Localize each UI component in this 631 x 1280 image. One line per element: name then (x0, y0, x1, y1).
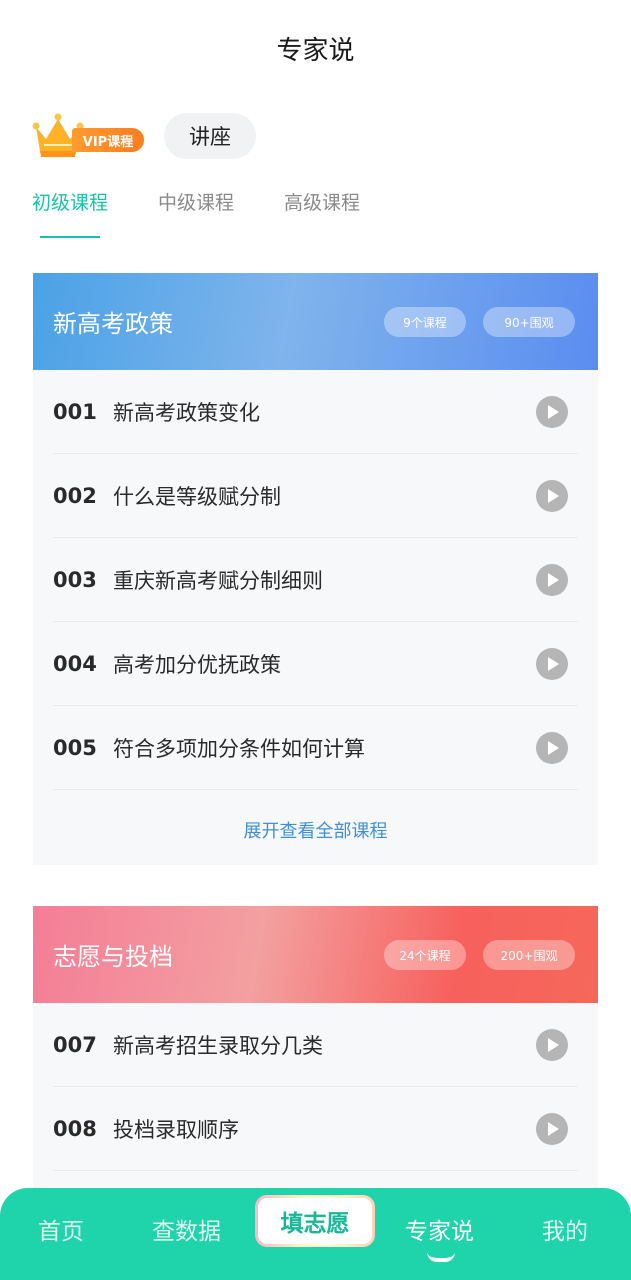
play-icon[interactable] (536, 1029, 568, 1061)
course-type-row: VIP课程 讲座 (32, 110, 256, 162)
tab-data[interactable]: 查数据 (152, 1212, 221, 1246)
play-icon[interactable] (536, 564, 568, 596)
lesson-name: 新高考招生录取分几类 (113, 1033, 323, 1058)
tab-home[interactable]: 首页 (38, 1212, 84, 1246)
lesson-number: 001 (53, 399, 97, 424)
tab-fill-application[interactable]: 填志愿 (255, 1195, 375, 1247)
lesson-name: 什么是等级赋分制 (113, 484, 281, 509)
lesson-row[interactable]: 002 什么是等级赋分制 (53, 454, 578, 538)
course-count-badge: 9个课程 (384, 307, 466, 337)
tab-advanced-label: 高级课程 (284, 192, 361, 214)
expert-page: 专家说 VIP课程 讲座 初级课程 中级课程 高级课程 新高考政策 9个课程 9… (0, 0, 631, 1280)
bottom-tab-bar: 首页 查数据 填志愿 专家说 我的 (0, 1188, 631, 1280)
active-tab-indicator (40, 236, 100, 238)
lesson-row[interactable]: 003 重庆新高考赋分制细则 (53, 538, 578, 622)
views-badge: 200+围观 (483, 940, 575, 970)
play-icon[interactable] (536, 1113, 568, 1145)
lesson-name: 投档录取顺序 (113, 1117, 239, 1142)
lesson-row[interactable]: 007 新高考招生录取分几类 (53, 1003, 578, 1087)
page-title: 专家说 (276, 35, 355, 66)
lesson-name: 高考加分优抚政策 (113, 652, 281, 677)
vip-label: VIP课程 (72, 128, 144, 152)
card-title: 新高考政策 (53, 310, 173, 338)
lesson-row[interactable]: 004 高考加分优抚政策 (53, 622, 578, 706)
lesson-number: 004 (53, 651, 97, 676)
lesson-row[interactable]: 001 新高考政策变化 (53, 370, 578, 454)
play-icon[interactable] (536, 648, 568, 680)
tab-expert[interactable]: 专家说 (405, 1212, 474, 1246)
play-icon[interactable] (536, 732, 568, 764)
lesson-name: 符合多项加分条件如何计算 (113, 736, 365, 761)
card-title: 志愿与投档 (53, 943, 173, 971)
lesson-name: 新高考政策变化 (113, 400, 260, 425)
tab-beginner-label: 初级课程 (32, 192, 109, 214)
play-icon[interactable] (536, 480, 568, 512)
lesson-name: 重庆新高考赋分制细则 (113, 568, 323, 593)
lecture-button[interactable]: 讲座 (164, 113, 256, 159)
lesson-row[interactable]: 005 符合多项加分条件如何计算 (53, 706, 578, 790)
level-tabs: 初级课程 中级课程 高级课程 (32, 188, 360, 238)
course-card-admission: 志愿与投档 24个课程 200+围观 007 新高考招生录取分几类 008 投档… (33, 906, 598, 1206)
tab-beginner[interactable]: 初级课程 (32, 188, 108, 238)
card-header[interactable]: 新高考政策 9个课程 90+围观 (33, 273, 598, 370)
lesson-number: 007 (53, 1032, 97, 1057)
course-card-policy: 新高考政策 9个课程 90+围观 001 新高考政策变化 002 什么是等级赋分… (33, 273, 598, 865)
card-header[interactable]: 志愿与投档 24个课程 200+围观 (33, 906, 598, 1003)
fill-application-label: 填志愿 (258, 1198, 372, 1244)
lesson-number: 003 (53, 567, 97, 592)
tab-mine[interactable]: 我的 (542, 1212, 588, 1246)
tab-intermediate[interactable]: 中级课程 (158, 188, 234, 238)
lesson-number: 002 (53, 483, 97, 508)
title-bar: 专家说 (0, 0, 631, 96)
tab-advanced[interactable]: 高级课程 (284, 188, 360, 238)
lesson-number: 005 (53, 735, 97, 760)
views-badge: 90+围观 (483, 307, 575, 337)
expand-all-link[interactable]: 展开查看全部课程 (33, 790, 598, 865)
vip-course-button[interactable]: VIP课程 (32, 111, 144, 161)
course-count-badge: 24个课程 (384, 940, 466, 970)
lesson-number: 008 (53, 1116, 97, 1141)
lesson-row[interactable]: 008 投档录取顺序 (53, 1087, 578, 1171)
active-smile-icon (427, 1252, 455, 1262)
tab-intermediate-label: 中级课程 (158, 192, 235, 214)
play-icon[interactable] (536, 396, 568, 428)
